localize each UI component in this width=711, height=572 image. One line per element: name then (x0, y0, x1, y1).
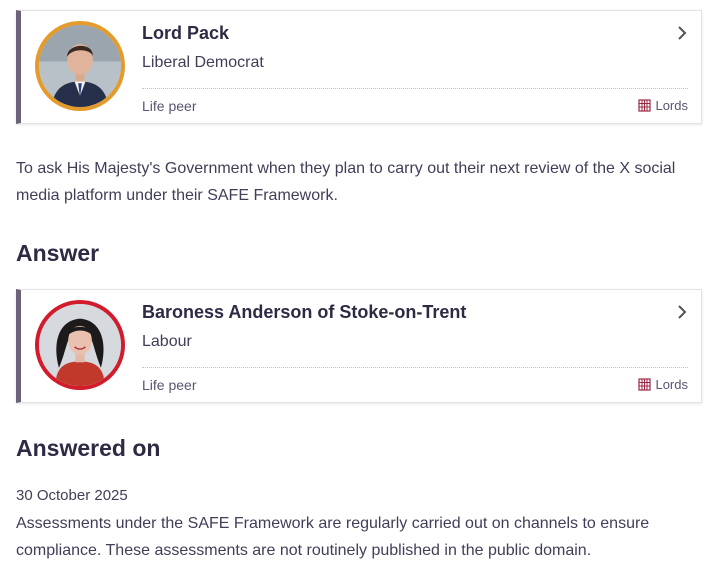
answerer-status: Life peer (142, 377, 197, 393)
portcullis-icon (638, 378, 652, 391)
written-question-page: Lord Pack Liberal Democrat Life peer Lor… (0, 0, 711, 572)
answered-date: 30 October 2025 (16, 487, 128, 504)
answerer-house-label: Lords (655, 377, 688, 392)
card-divider (142, 367, 688, 368)
answer-heading: Answer (16, 240, 100, 266)
asker-status: Life peer (142, 98, 197, 114)
question-text: To ask His Majesty's Government when the… (16, 160, 676, 204)
card-divider (142, 88, 688, 89)
asker-name: Lord Pack (142, 23, 230, 43)
portcullis-icon (638, 99, 652, 112)
answered-on-heading: Answered on (16, 435, 161, 461)
answerer-member-card[interactable]: Baroness Anderson of Stoke-on-Trent Labo… (16, 289, 702, 403)
answerer-house: Lords (638, 377, 688, 392)
asker-house-label: Lords (655, 98, 688, 113)
asker-party: Liberal Democrat (142, 54, 264, 71)
asker-portrait (39, 25, 121, 107)
answerer-avatar (35, 300, 125, 390)
answer-text: Assessments under the SAFE Framework are… (16, 515, 650, 559)
asker-avatar (35, 21, 125, 111)
asker-member-card[interactable]: Lord Pack Liberal Democrat Life peer Lor… (16, 10, 702, 124)
chevron-right-icon[interactable] (676, 25, 688, 41)
answerer-name: Baroness Anderson of Stoke-on-Trent (142, 302, 467, 322)
chevron-right-icon[interactable] (676, 304, 688, 320)
answerer-party: Labour (142, 333, 192, 350)
answerer-portrait (39, 304, 121, 386)
asker-house: Lords (638, 98, 688, 113)
